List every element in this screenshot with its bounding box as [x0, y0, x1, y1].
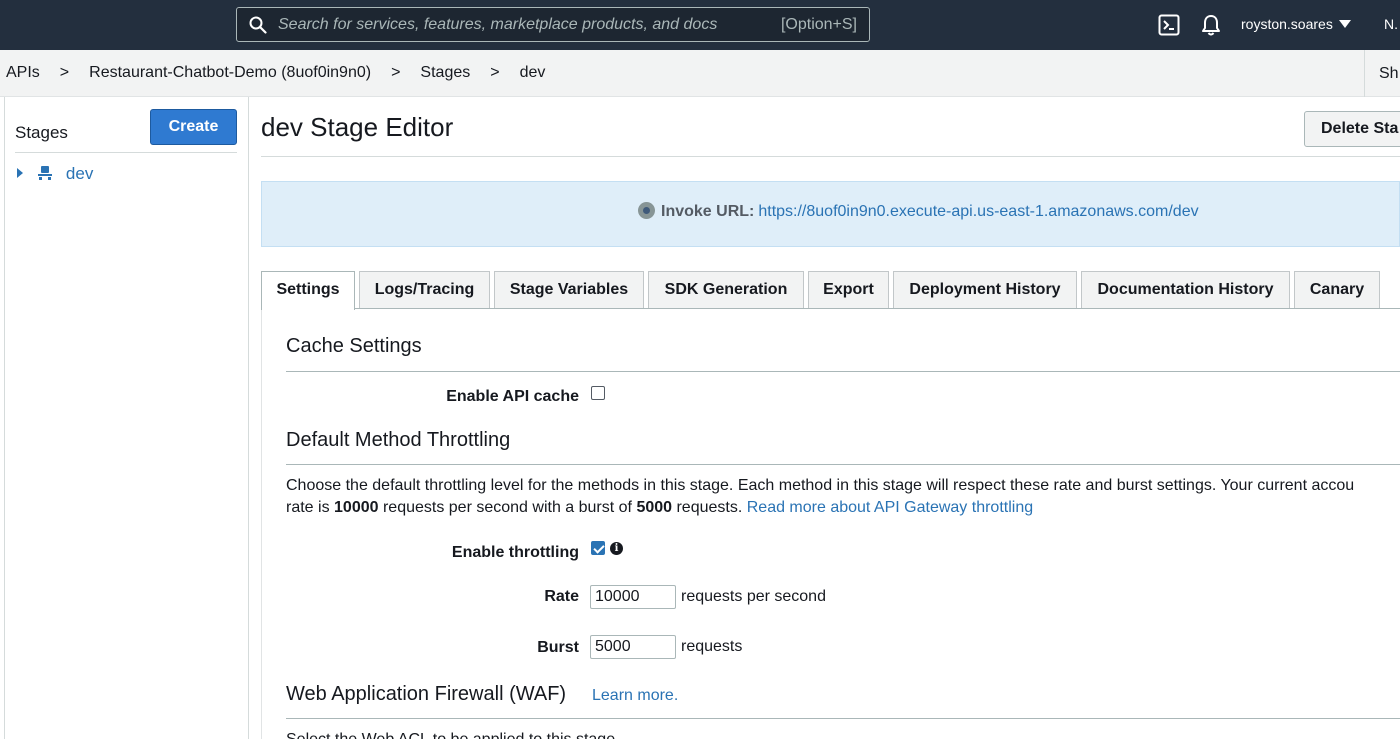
waf-title: Web Application Firewall (WAF)	[286, 683, 567, 705]
stage-tabs: Settings Logs/Tracing Stage Variables SD…	[261, 271, 1400, 310]
tabs-divider	[261, 308, 1400, 309]
rate-label: Rate	[544, 588, 579, 605]
enable-api-cache-checkbox[interactable]	[591, 386, 605, 400]
cache-settings-title: Cache Settings	[286, 335, 422, 357]
breadcrumb-separator: >	[391, 64, 401, 81]
page-title: dev Stage Editor	[261, 112, 454, 142]
search-placeholder: Search for services, features, marketpla…	[278, 16, 718, 33]
account-burst-limit: 5000	[636, 499, 673, 516]
breadcrumb-separator: >	[490, 64, 500, 81]
rate-unit: requests per second	[681, 588, 826, 605]
divider	[15, 152, 237, 153]
user-menu[interactable]: royston.soares	[1241, 16, 1351, 32]
divider	[286, 718, 1400, 719]
stages-panel: Stages Create dev	[4, 97, 249, 739]
account-rate-limit: 10000	[334, 499, 379, 516]
breadcrumb-bar: APIs > Restaurant-Chatbot-Demo (8uof0in9n0…	[0, 50, 1400, 97]
burst-label: Burst	[537, 639, 579, 656]
invoke-url-box: Invoke URL: https://8uof0in9n0.execute-ap…	[261, 181, 1400, 247]
read-more-throttling-link[interactable]: Read more about API Gateway throttling	[747, 499, 1033, 516]
tab-export[interactable]: Export	[808, 271, 889, 308]
burst-unit: requests	[681, 638, 743, 655]
default-method-throttling-title: Default Method Throttling	[286, 429, 511, 451]
divider	[286, 371, 1400, 372]
enable-api-cache-label: Enable API cache	[446, 388, 579, 405]
throttling-description-line1: Choose the default throttling level for …	[286, 477, 1355, 494]
enable-throttling-label: Enable throttling	[451, 544, 579, 561]
invoke-url-link[interactable]: https://8uof0in9n0.execute-api.us-east-1…	[758, 203, 1198, 220]
invoke-url-row: Invoke URL: https://8uof0in9n0.execute-ap…	[638, 202, 1199, 221]
tab-stage-variables[interactable]: Stage Variables	[494, 271, 644, 308]
expand-icon[interactable]	[17, 168, 23, 178]
region-menu[interactable]: N.	[1384, 16, 1398, 32]
throttling-description-line2: rate is 10000 requests per second with a…	[286, 497, 1400, 519]
invoke-url-label: Invoke URL:	[661, 203, 755, 220]
create-stage-button[interactable]: Create	[150, 109, 237, 145]
breadcrumb-api-name[interactable]: Restaurant-Chatbot-Demo (8uof0in9n0)	[89, 64, 371, 81]
search-shortcut: [Option+S]	[780, 16, 857, 33]
tab-deployment-history[interactable]: Deployment History	[893, 271, 1077, 308]
tab-documentation-history[interactable]: Documentation History	[1081, 271, 1290, 308]
tab-canary[interactable]: Canary	[1294, 271, 1380, 308]
stage-icon	[38, 166, 53, 180]
breadcrumb-current: dev	[519, 64, 546, 81]
divider	[286, 464, 1400, 465]
content-border	[261, 309, 262, 739]
burst-input[interactable]	[590, 635, 676, 659]
stages-title: Stages	[15, 123, 68, 142]
caret-down-icon	[1338, 20, 1351, 28]
waf-learn-more-link[interactable]: Learn more.	[592, 687, 678, 705]
show-panel-button[interactable]: Sh	[1364, 50, 1399, 97]
top-navigation-bar: Search for services, features, marketpla…	[0, 0, 1400, 50]
desc-text: requests.	[672, 499, 747, 516]
enable-throttling-checkbox[interactable]	[591, 541, 605, 555]
throttling-description: Choose the default throttling level for …	[286, 475, 1400, 519]
desc-text: requests per second with a burst of	[378, 499, 637, 516]
divider	[261, 156, 1400, 157]
tab-logs-tracing[interactable]: Logs/Tracing	[359, 271, 490, 308]
info-icon[interactable]: i	[610, 542, 623, 555]
waf-description: Select the Web ACL to be applied to this…	[286, 731, 615, 739]
breadcrumb: APIs > Restaurant-Chatbot-Demo (8uof0in9n0…	[6, 64, 545, 82]
bell-icon[interactable]	[1200, 14, 1222, 36]
info-dot-icon	[638, 202, 655, 219]
breadcrumb-stages[interactable]: Stages	[420, 64, 470, 81]
tab-sdk-generation[interactable]: SDK Generation	[648, 271, 804, 308]
search-bar[interactable]: Search for services, features, marketpla…	[236, 7, 870, 42]
stage-label: dev	[65, 164, 94, 183]
breadcrumb-separator: >	[59, 64, 70, 81]
stage-tree-item-dev[interactable]: dev	[17, 164, 93, 184]
search-icon	[249, 16, 267, 34]
delete-stage-button[interactable]: Delete Sta	[1304, 111, 1400, 147]
cloudshell-icon[interactable]	[1158, 14, 1180, 36]
desc-text: rate is	[286, 499, 335, 516]
breadcrumb-apis[interactable]: APIs	[6, 64, 40, 81]
tab-settings[interactable]: Settings	[261, 271, 355, 310]
username: royston.soares	[1241, 16, 1333, 32]
rate-input[interactable]	[590, 585, 676, 609]
